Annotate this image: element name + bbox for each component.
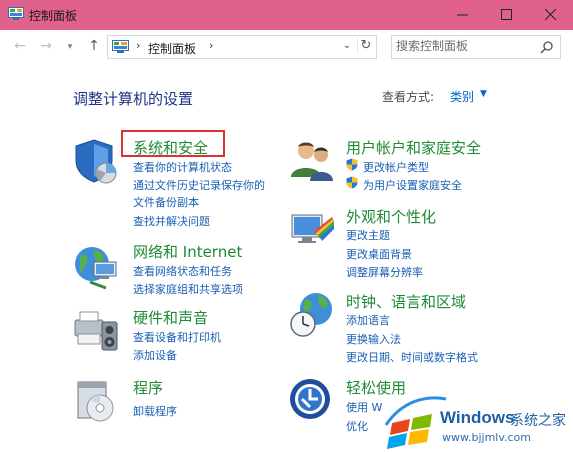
link-ease-optimize[interactable]: 优化 [346,418,368,434]
recent-locations-chevron-icon[interactable]: ▾ [62,39,78,55]
link-add-device[interactable]: 添加设备 [133,347,177,363]
close-button[interactable] [528,0,573,30]
system-security-icon[interactable] [72,137,120,185]
view-by-dropdown[interactable]: 类别 [450,88,474,105]
link-view-computer-status[interactable]: 查看你的计算机状态 [133,159,232,175]
appearance-icon[interactable] [288,207,336,255]
up-arrow-icon[interactable]: ↑ [86,38,102,54]
uac-shield-icon [346,176,358,189]
breadcrumb-separator-icon[interactable]: › [136,39,140,52]
close-icon [545,9,557,21]
link-ease-use[interactable]: 使用 W [346,399,382,415]
programs-icon[interactable] [72,376,120,424]
refresh-icon[interactable]: ↻ [357,38,374,54]
search-icon[interactable] [540,40,554,54]
watermark-suffix: 系统之家 [510,413,566,429]
category-title-programs[interactable]: 程序 [133,377,163,398]
user-accounts-icon[interactable] [288,137,336,185]
link-screen-resolution[interactable]: 调整屏幕分辨率 [346,264,423,280]
control-panel-icon [112,40,129,53]
address-bar[interactable]: › 控制面板 › ⌄ ↻ [107,35,377,59]
link-family-safety[interactable]: 为用户设置家庭安全 [363,177,462,193]
category-title-clock-language[interactable]: 时钟、语言和区域 [346,291,466,312]
control-panel-icon [8,7,24,20]
maximize-icon [501,9,512,20]
breadcrumb-separator-icon[interactable]: › [209,39,213,52]
link-file-history-backup[interactable]: 文件备份副本 [133,194,199,210]
link-change-account-type[interactable]: 更改帐户类型 [363,159,429,175]
hardware-sound-icon[interactable] [72,306,120,354]
navigation-bar: ← → ▾ ↑ › 控制面板 › ⌄ ↻ [0,30,573,64]
clock-language-icon[interactable] [288,291,336,339]
link-add-language[interactable]: 添加语言 [346,312,390,328]
breadcrumb[interactable]: 控制面板 [148,40,196,57]
search-box[interactable] [391,35,561,59]
link-devices-printers[interactable]: 查看设备和打印机 [133,329,221,345]
view-by-label: 查看方式: [382,90,435,104]
watermark-brand: Windows [440,408,515,427]
watermark-url: www.bjjmlv.com [442,431,531,444]
title-bar: 控制面板 [0,0,573,30]
link-change-date-time-format[interactable]: 更改日期、时间或数字格式 [346,349,478,365]
category-title-user-accounts[interactable]: 用户帐户和家庭安全 [346,137,481,158]
link-change-desktop-background[interactable]: 更改桌面背景 [346,246,412,262]
page-title: 调整计算机的设置 [73,90,194,108]
minimize-button[interactable] [440,0,486,30]
search-input[interactable] [396,38,536,54]
ease-of-access-icon[interactable] [288,377,336,425]
category-title-appearance[interactable]: 外观和个性化 [346,206,436,227]
maximize-button[interactable] [484,0,530,30]
link-uninstall-program[interactable]: 卸载程序 [133,403,177,419]
link-change-input-method[interactable]: 更换输入法 [346,331,401,347]
link-network-status[interactable]: 查看网络状态和任务 [133,263,232,279]
uac-shield-icon [346,158,358,171]
back-arrow-icon[interactable]: ← [12,38,28,54]
link-file-history[interactable]: 通过文件历史记录保存你的 [133,177,265,193]
minimize-icon [457,14,468,16]
window-title: 控制面板 [29,9,78,23]
address-dropdown-icon[interactable]: ⌄ [340,38,354,54]
network-internet-icon[interactable] [72,242,120,290]
link-troubleshoot[interactable]: 查找并解决问题 [133,213,210,229]
chevron-down-icon[interactable]: ▼ [480,89,487,99]
highlight-box [121,130,225,157]
category-title-hardware-sound[interactable]: 硬件和声音 [133,307,208,328]
link-homegroup-sharing[interactable]: 选择家庭组和共享选项 [133,281,243,297]
category-title-network-internet[interactable]: 网络和 Internet [133,241,242,262]
forward-arrow-icon[interactable]: → [38,38,54,54]
link-change-theme[interactable]: 更改主题 [346,227,390,243]
